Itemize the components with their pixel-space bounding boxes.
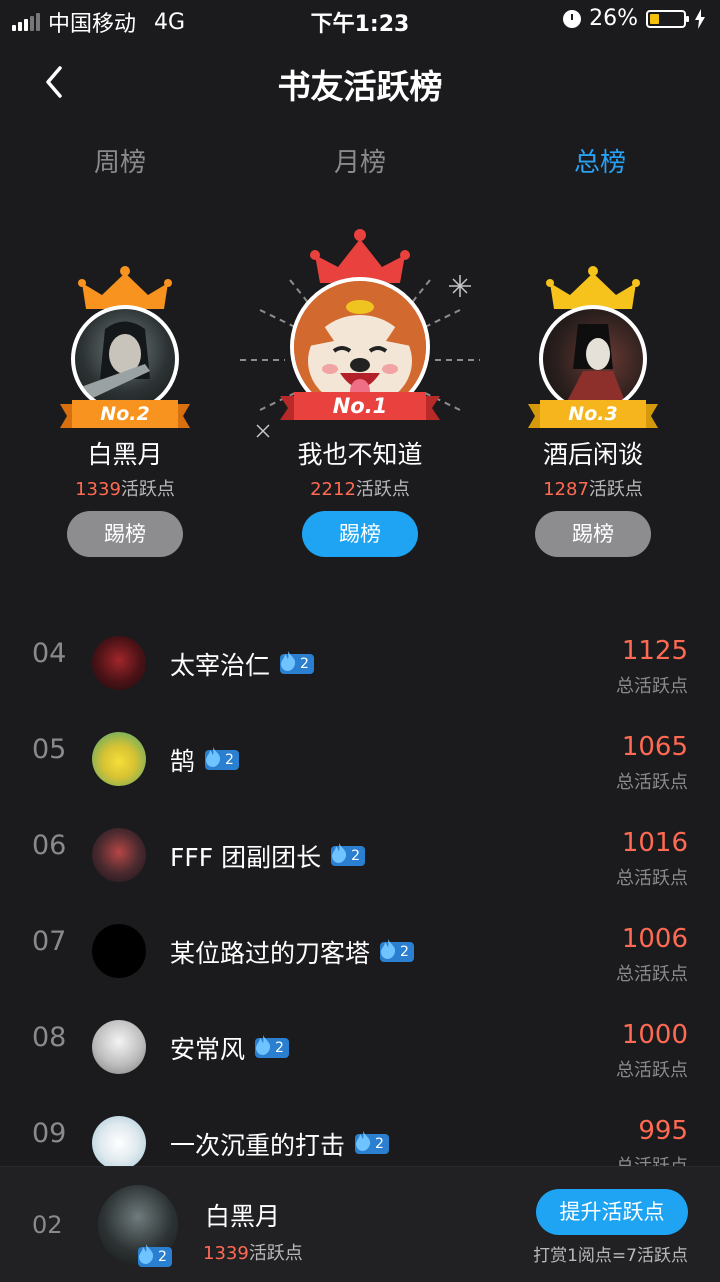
kick-button-first[interactable]: 踢榜 [302,511,418,557]
alarm-icon [563,9,582,28]
score-value: 1006 [621,924,688,954]
rank-number: 05 [32,734,67,765]
user-name: 某位路过的刀客塔 [170,939,371,968]
level-badge: 2 [355,1131,389,1154]
flame-icon [256,1035,271,1055]
score-value: 1065 [621,732,688,762]
status-right: 26% [563,6,706,31]
flame-icon [381,939,396,959]
score-label: 总活跃点 [616,868,688,889]
points-first: 2212活跃点 [310,479,410,500]
kick-button-third[interactable]: 踢榜 [535,511,651,557]
boost-note: 打赏1阅点=7活跃点 [533,1246,688,1266]
score-value: 1000 [621,1020,688,1050]
avatar[interactable] [92,1020,146,1074]
user-name: 太宰治仁 [170,651,271,680]
battery-percent: 26% [589,6,638,31]
score-value: 1125 [621,636,688,666]
podium-third: No.3 酒后闲谈 1287活跃点 踢榜 [513,225,673,565]
level-badge: 2 [255,1035,289,1058]
boost-activity-button[interactable]: 提升活跃点 [536,1189,688,1235]
avatar-second[interactable] [71,305,179,413]
tab-monthly[interactable]: 月榜 [300,142,420,179]
user-name: FFF 团副团长 [170,843,322,872]
score-value: 995 [638,1116,688,1146]
ranking-list: 04 太宰治仁 2 1125 总活跃点 05 鹄 2 1065 总活跃点 06 … [0,610,720,1166]
user-name-wrap: 某位路过的刀客塔 2 [170,934,414,970]
list-item[interactable]: 09 一次沉重的打击 2 995 总活跃点 [0,1094,720,1166]
podium: No.2 白黑月 1339活跃点 踢榜 No.1 我也不知道 2212活跃点 踢… [0,225,720,575]
user-name: 一次沉重的打击 [170,1131,346,1160]
podium-first: No.1 我也不知道 2212活跃点 踢榜 [240,225,480,565]
list-item[interactable]: 08 安常风 2 1000 总活跃点 [0,998,720,1094]
name-first: 我也不知道 [297,440,423,469]
avatar-third[interactable] [539,305,647,413]
name-third: 酒后闲谈 [542,440,643,469]
battery-icon [646,9,689,28]
flame-icon [332,843,347,863]
avatar[interactable] [92,1116,146,1166]
list-item[interactable]: 07 某位路过的刀客塔 2 1006 总活跃点 [0,902,720,998]
flame-icon [281,651,296,671]
points-third: 1287活跃点 [543,479,643,500]
rank-number: 06 [32,830,67,861]
user-name: 安常风 [170,1035,246,1064]
flame-icon [206,747,221,767]
level-badge: 2 [205,747,239,770]
rank-number: 07 [32,926,67,957]
flame-icon [139,1244,154,1264]
score-label: 总活跃点 [616,676,688,697]
list-item[interactable]: 05 鹄 2 1065 总活跃点 [0,710,720,806]
user-name-wrap: 一次沉重的打击 2 [170,1126,389,1162]
score-label: 总活跃点 [616,772,688,793]
level-badge: 2 [280,651,314,674]
name-second: 白黑月 [87,440,163,469]
my-name: 白黑月 [205,1202,281,1231]
user-name-wrap: FFF 团副团长 2 [170,838,366,874]
my-rank-number: 02 [32,1211,63,1239]
score-value: 1016 [621,828,688,858]
user-name-wrap: 太宰治仁 2 [170,646,314,682]
score-label: 总活跃点 [616,964,688,985]
my-points: 1339活跃点 [203,1243,303,1264]
rank-number: 04 [32,638,67,669]
level-badge: 2 [331,843,366,866]
rank-number: 09 [32,1118,67,1149]
ribbon-second: No.2 [60,398,190,430]
badge-first: No.1 [332,394,388,418]
flame-icon [356,1131,371,1151]
avatar[interactable] [92,828,146,882]
ribbon-first: No.1 [280,390,440,422]
my-rank-bar: 02 2 白黑月 1339活跃点 提升活跃点 打赏1阅点=7活跃点 [0,1166,720,1282]
list-item[interactable]: 06 FFF 团副团长 2 1016 总活跃点 [0,806,720,902]
avatar[interactable] [92,924,146,978]
points-second: 1339活跃点 [75,479,175,500]
user-name-wrap: 鹄 2 [170,742,239,778]
badge-third: No.3 [568,403,618,425]
tab-weekly[interactable]: 周榜 [60,142,180,179]
avatar[interactable] [92,636,146,690]
tab-total[interactable]: 总榜 [540,142,660,179]
user-name-wrap: 安常风 2 [170,1030,289,1066]
kick-button-second[interactable]: 踢榜 [67,511,183,557]
page-title: 书友活跃榜 [277,67,443,106]
ribbon-third: No.3 [528,398,658,430]
my-level-badge: 2 [138,1244,172,1267]
tab-bar: 周榜 月榜 总榜 [0,142,720,182]
score-label: 总活跃点 [616,1060,688,1081]
list-item[interactable]: 04 太宰治仁 2 1125 总活跃点 [0,614,720,710]
podium-second: No.2 白黑月 1339活跃点 踢榜 [45,225,205,565]
avatar[interactable] [92,732,146,786]
rank-number: 08 [32,1022,67,1053]
user-name: 鹄 [170,747,196,776]
charging-icon [695,8,705,29]
level-badge: 2 [380,939,414,962]
badge-second: No.2 [100,403,150,425]
score-label: 总活跃点 [616,1152,688,1166]
status-bar: 中国移动 4G 下午1:23 26% [0,0,720,40]
